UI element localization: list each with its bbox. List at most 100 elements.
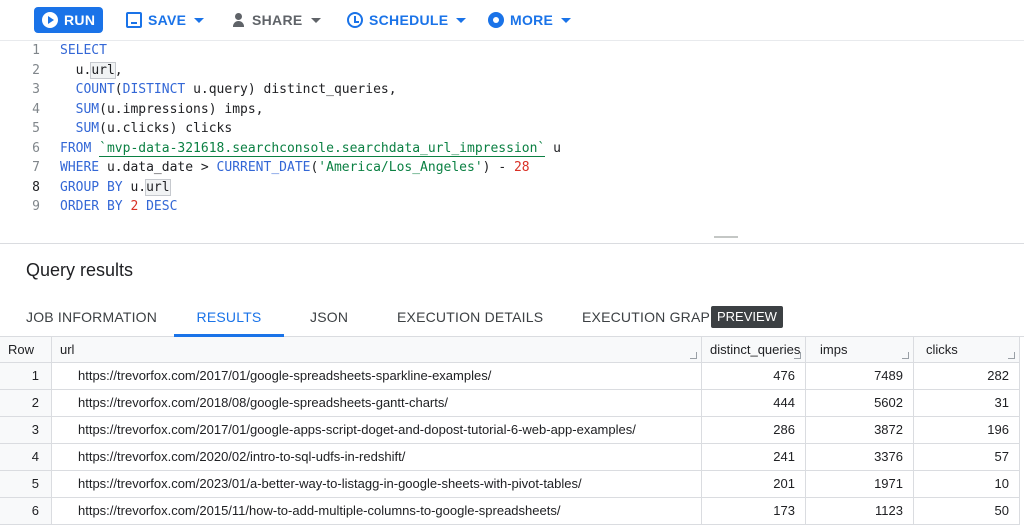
column-resize-handle[interactable]	[794, 352, 801, 359]
distinct-queries-cell[interactable]: 444	[702, 390, 806, 417]
code-line[interactable]: 4 SUM(u.impressions) imps,	[0, 100, 263, 120]
url-cell[interactable]: https://trevorfox.com/2020/02/intro-to-s…	[52, 444, 702, 471]
distinct-queries-cell[interactable]: 286	[702, 417, 806, 444]
code-token: u.	[60, 62, 92, 78]
code-token: WHERE	[60, 160, 100, 175]
code-line[interactable]: 8 GROUP BY u.url	[0, 178, 171, 198]
distinct-queries-cell[interactable]: 476	[702, 363, 806, 390]
tab-json[interactable]: JSON	[310, 298, 348, 337]
code-token: FROM	[60, 140, 92, 156]
clicks-cell[interactable]: 57	[914, 444, 1020, 471]
column-resize-handle[interactable]	[690, 352, 697, 359]
code-line[interactable]: 2 u.url,	[0, 61, 123, 81]
code-token: ,	[114, 62, 123, 78]
code-token: SUM	[75, 101, 100, 117]
code-text: SUM(u.impressions) imps,	[60, 100, 264, 120]
row-number-cell[interactable]: 5	[0, 471, 52, 498]
imps-cell[interactable]: 7489	[806, 363, 914, 390]
code-token: (u.impressions) imps,	[99, 101, 264, 117]
code-token: (	[114, 82, 123, 97]
code-token: ORDER BY	[60, 199, 123, 214]
tab-execution-details[interactable]: EXECUTION DETAILS	[397, 298, 543, 337]
distinct-queries-cell[interactable]: 201	[702, 471, 806, 498]
preview-badge: PREVIEW	[711, 306, 783, 328]
tab-results[interactable]: RESULTS	[174, 298, 284, 337]
row-number-cell[interactable]: 3	[0, 417, 52, 444]
column-header-clicks[interactable]: clicks	[914, 337, 1020, 363]
code-line[interactable]: 1 SELECT	[0, 41, 107, 61]
row-number-cell[interactable]: 1	[0, 363, 52, 390]
play-icon	[42, 12, 58, 28]
code-line[interactable]: 3 COUNT(DISTINCT u.query) distinct_queri…	[0, 80, 396, 100]
imps-cell[interactable]: 1971	[806, 471, 914, 498]
code-token: `mvp-data-321618.searchconsole.searchdat…	[99, 140, 546, 157]
column-resize-handle[interactable]	[902, 352, 909, 359]
code-text: GROUP BY u.url	[60, 178, 171, 198]
code-token: (u.clicks) clicks	[99, 121, 233, 136]
schedule-button[interactable]: SCHEDULE	[347, 10, 467, 30]
column-header-distinct-queries[interactable]: distinct_queries	[702, 337, 806, 363]
clicks-cell[interactable]: 50	[914, 498, 1020, 525]
code-line[interactable]: 5 SUM(u.clicks) clicks	[0, 119, 232, 139]
line-number: 6	[32, 140, 40, 156]
code-token: DESC	[146, 199, 178, 214]
resize-handle[interactable]	[714, 236, 738, 238]
save-button[interactable]: SAVE	[126, 10, 205, 30]
code-line[interactable]: 9 ORDER BY 2 DESC	[0, 197, 177, 217]
url-cell[interactable]: https://trevorfox.com/2018/08/google-spr…	[52, 390, 702, 417]
code-line[interactable]: 7 WHERE u.data_date > CURRENT_DATE('Ameri…	[0, 158, 529, 178]
results-title: Query results	[26, 260, 134, 280]
code-text: FROM `mvp-data-321618.searchconsole.sear…	[60, 139, 561, 159]
row-number-cell[interactable]: 2	[0, 390, 52, 417]
code-line[interactable]: 6 FROM `mvp-data-321618.searchconsole.sea…	[0, 139, 561, 159]
code-token: u	[545, 140, 561, 156]
clock-icon	[347, 12, 363, 28]
url-cell[interactable]: https://trevorfox.com/2017/01/google-spr…	[52, 363, 702, 390]
row-number-cell[interactable]: 6	[0, 498, 52, 525]
share-button[interactable]: SHARE	[230, 10, 321, 30]
column-header-label: distinct_queries	[710, 342, 801, 357]
code-token: 28	[513, 160, 530, 175]
url-cell[interactable]: https://trevorfox.com/2023/01/a-better-w…	[52, 471, 702, 498]
imps-cell[interactable]: 1123	[806, 498, 914, 525]
line-number: 1	[32, 43, 40, 58]
distinct-queries-cell[interactable]: 241	[702, 444, 806, 471]
code-text: SUM(u.clicks) clicks	[60, 119, 233, 139]
add-person-icon	[230, 12, 246, 28]
gear-icon	[488, 12, 504, 28]
column-header-url[interactable]: url	[52, 337, 702, 363]
chevron-down-icon	[456, 17, 467, 23]
code-token: u.	[122, 179, 147, 195]
distinct-queries-cell[interactable]: 173	[702, 498, 806, 525]
code-token: GROUP BY	[60, 179, 123, 195]
line-number: 9	[32, 199, 40, 214]
clicks-cell[interactable]: 10	[914, 471, 1020, 498]
imps-cell[interactable]: 5602	[806, 390, 914, 417]
tab-job-information[interactable]: JOB INFORMATION	[26, 298, 157, 337]
code-token: SUM	[75, 121, 100, 136]
clicks-cell[interactable]: 196	[914, 417, 1020, 444]
row-number-cell[interactable]: 4	[0, 444, 52, 471]
tab-execution-graph[interactable]: EXECUTION GRAPH	[582, 298, 720, 337]
sql-editor[interactable]: 1 SELECT 2 u.url, 3 COUNT(DISTINCT u.query)…	[0, 40, 1024, 243]
url-cell[interactable]: https://trevorfox.com/2017/01/google-app…	[52, 417, 702, 444]
code-text: SELECT	[60, 41, 107, 61]
clicks-cell[interactable]: 282	[914, 363, 1020, 390]
imps-cell[interactable]: 3872	[806, 417, 914, 444]
code-token: SELECT	[60, 43, 107, 58]
run-button[interactable]: RUN	[34, 7, 103, 33]
code-token: url	[145, 178, 171, 196]
clicks-cell[interactable]: 31	[914, 390, 1020, 417]
url-cell[interactable]: https://trevorfox.com/2015/11/how-to-add…	[52, 498, 702, 525]
schedule-label: SCHEDULE	[369, 12, 449, 28]
chevron-down-icon	[310, 17, 321, 23]
imps-cell[interactable]: 3376	[806, 444, 914, 471]
code-text: WHERE u.data_date > CURRENT_DATE('Americ…	[60, 158, 530, 178]
column-resize-handle[interactable]	[1008, 352, 1015, 359]
line-number: 3	[32, 82, 40, 97]
column-header-label: clicks	[926, 342, 958, 357]
column-header-imps[interactable]: imps	[806, 337, 914, 363]
more-button[interactable]: MORE	[488, 10, 572, 30]
